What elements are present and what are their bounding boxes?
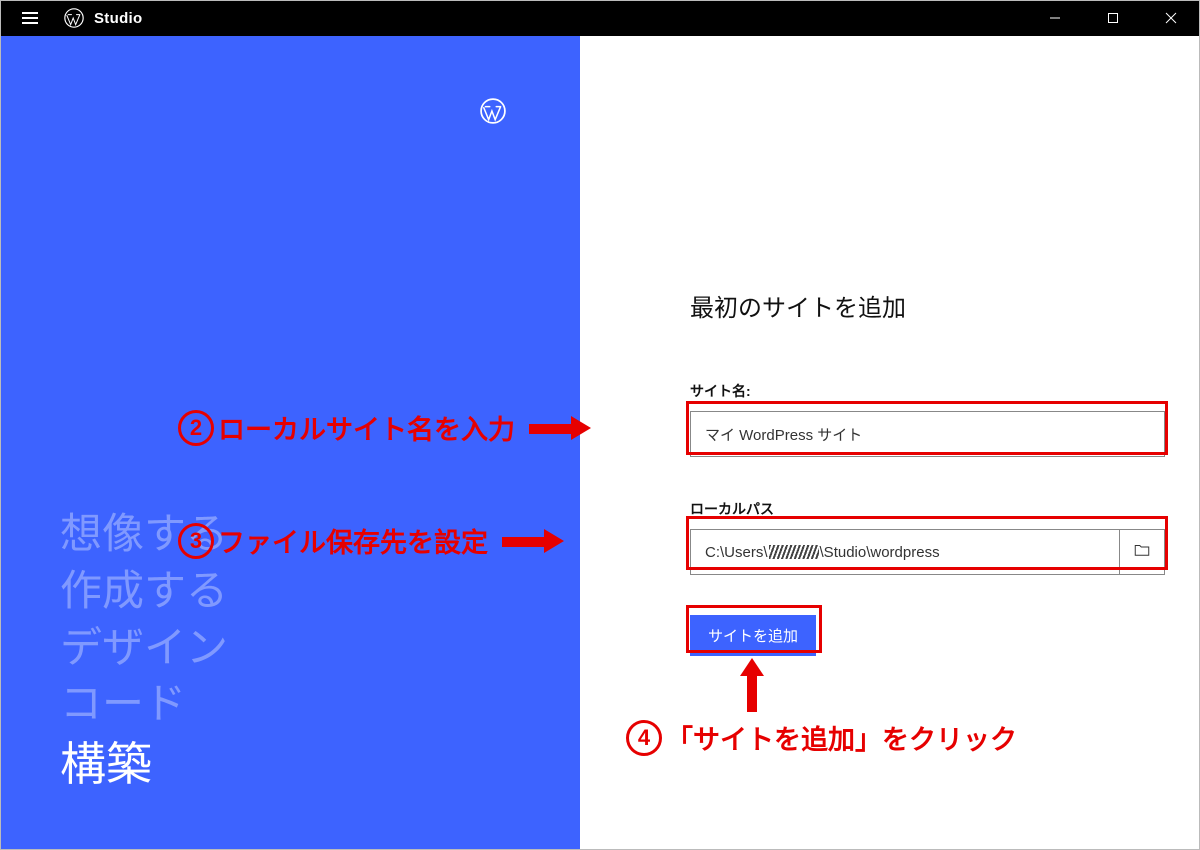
- annotation-text: 「サイトを追加」をクリック: [666, 718, 1017, 757]
- add-site-button-label: サイトを追加: [708, 628, 798, 645]
- wordpress-logo-icon: [64, 8, 84, 28]
- annotation-step-2: 2 ローカルサイト名を入力: [178, 408, 599, 447]
- annotation-text: ローカルサイト名を入力: [218, 408, 515, 447]
- form-heading: 最初のサイトを追加: [690, 288, 1165, 323]
- local-path-input[interactable]: C:\Users\ \Studio\wordpress: [690, 529, 1119, 575]
- site-name-label: サイト名:: [690, 381, 1165, 401]
- path-prefix: C:\Users\: [705, 544, 768, 561]
- close-button[interactable]: [1142, 0, 1200, 36]
- title-bar: Studio: [0, 0, 1200, 36]
- arrow-up-icon: [741, 658, 763, 712]
- hero-word-active: 構築: [60, 733, 228, 795]
- minimize-button[interactable]: [1026, 0, 1084, 36]
- annotation-step-4: 4 「サイトを追加」をクリック: [626, 718, 1017, 757]
- arrow-right-icon: [529, 417, 591, 439]
- app-title: Studio: [94, 10, 142, 27]
- wordpress-hero-logo-icon: [480, 98, 506, 129]
- local-path-label: ローカルパス: [690, 499, 1165, 519]
- annotation-step-3: 3 ファイル保存先を設定: [178, 521, 572, 560]
- browse-folder-button[interactable]: [1119, 529, 1165, 575]
- annotation-number: 3: [178, 523, 214, 559]
- annotation-text: ファイル保存先を設定: [218, 521, 488, 560]
- hamburger-menu-button[interactable]: [0, 0, 60, 36]
- hero-word: デザイン: [60, 620, 228, 677]
- folder-icon: [1133, 541, 1151, 564]
- site-name-input[interactable]: [690, 411, 1165, 457]
- hero-word: コード: [60, 676, 228, 733]
- annotation-number: 4: [626, 720, 662, 756]
- window-controls: [1026, 0, 1200, 36]
- maximize-button[interactable]: [1084, 0, 1142, 36]
- path-redacted-segment: [769, 545, 819, 559]
- annotation-arrow-up: [741, 658, 763, 712]
- arrow-right-icon: [502, 530, 564, 552]
- path-suffix: \Studio\wordpress: [820, 544, 940, 561]
- add-site-button[interactable]: サイトを追加: [690, 615, 816, 656]
- hero-word: 作成する: [60, 563, 228, 620]
- annotation-number: 2: [178, 410, 214, 446]
